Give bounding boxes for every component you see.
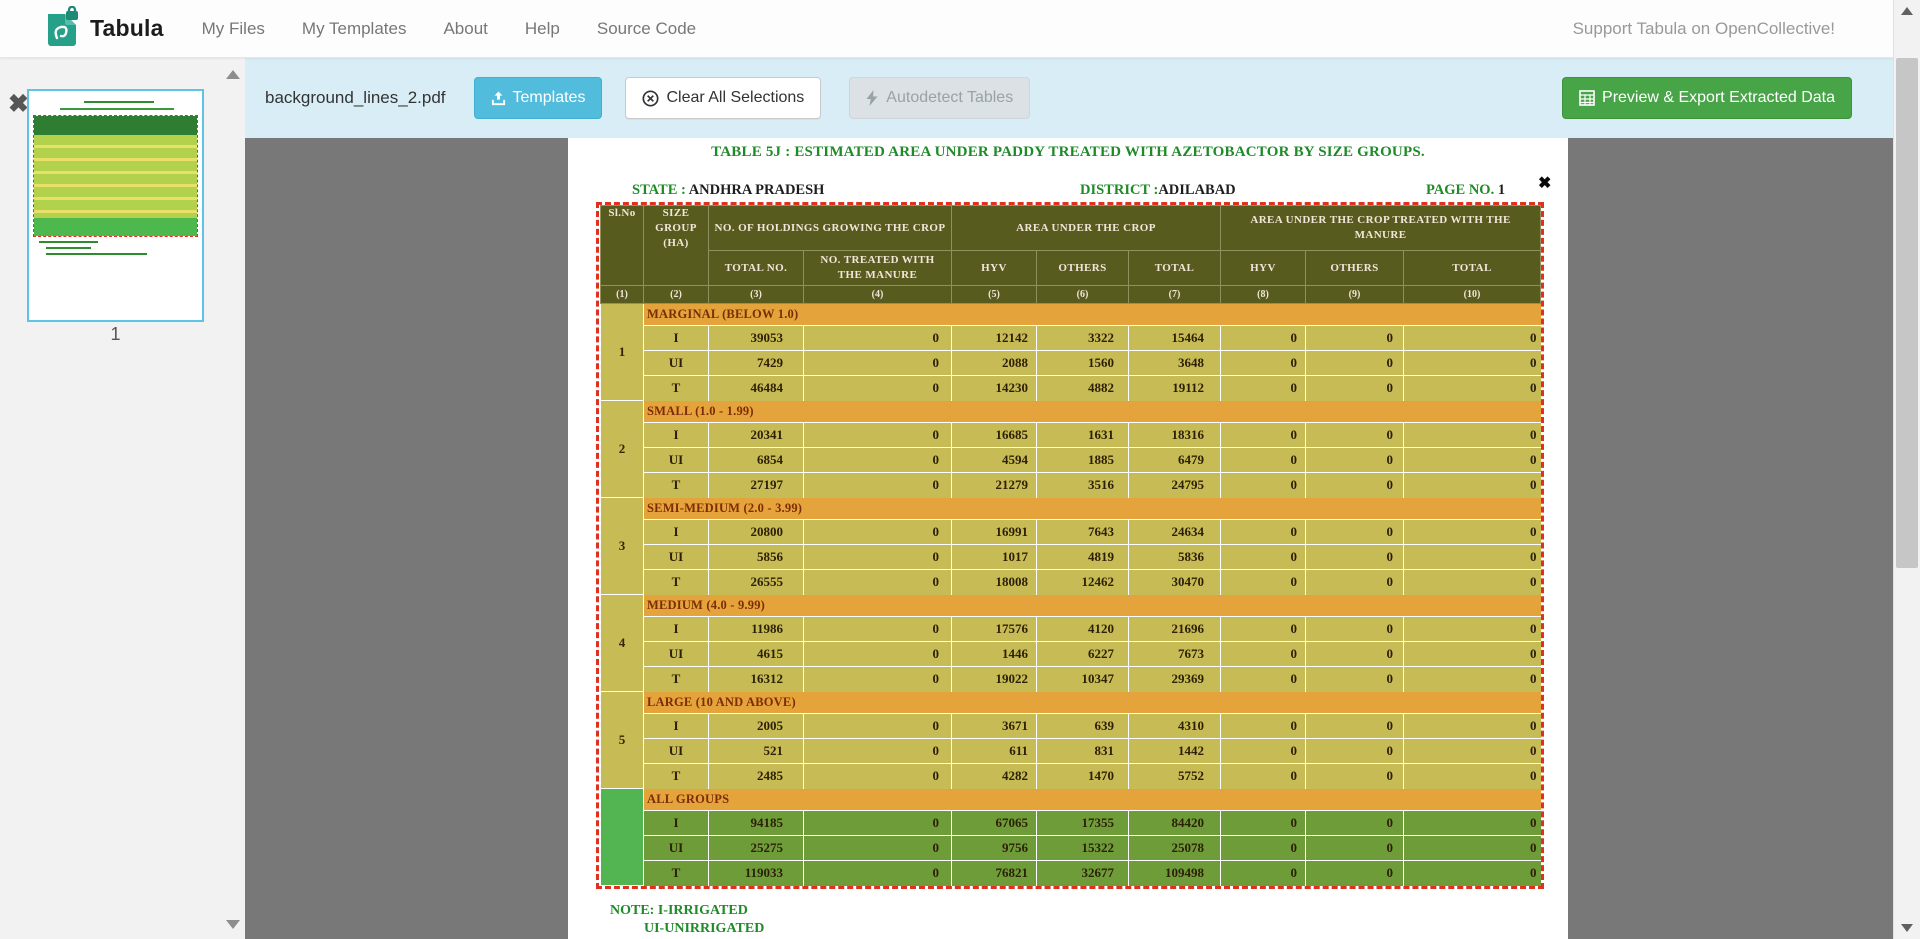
- district-value: ADILABAD: [1158, 182, 1235, 198]
- circle-x-icon: [642, 90, 659, 107]
- export-button[interactable]: Preview & Export Extracted Data: [1562, 77, 1852, 119]
- district-label: DISTRICT :: [1080, 182, 1158, 198]
- table-region: Sl.NoSIZE GROUP (HA)NO. OF HOLDINGS GROW…: [600, 205, 1540, 886]
- vertical-scrollbar[interactable]: [1893, 0, 1920, 939]
- sidebar-scroll-up-icon[interactable]: [226, 70, 240, 79]
- state-value: ANDHRA PRADESH: [689, 182, 825, 198]
- close-selection-button[interactable]: ✖: [1538, 176, 1551, 192]
- page-meta-row: STATE : ANDHRA PRADESH DISTRICT :ADILABA…: [568, 182, 1568, 200]
- nav-item-about[interactable]: About: [443, 19, 487, 39]
- remove-page-button[interactable]: ✖: [8, 92, 29, 117]
- page-no-label: PAGE NO.: [1426, 182, 1494, 198]
- clear-selections-button[interactable]: Clear All Selections: [625, 77, 821, 119]
- state-label: STATE :: [632, 182, 686, 198]
- note-line-1: NOTE: I-IRRIGATED: [610, 903, 748, 919]
- page-number-label: 1: [27, 324, 204, 345]
- sidebar: ✖ 1: [0, 58, 245, 939]
- table-selection-box[interactable]: [596, 202, 1544, 889]
- export-label: Preview & Export Extracted Data: [1602, 89, 1835, 107]
- template-upload-icon: [491, 91, 506, 106]
- mini-note-line: [46, 247, 91, 249]
- autodetect-tables-label: Autodetect Tables: [886, 89, 1013, 107]
- page-no-value: 1: [1498, 182, 1505, 198]
- brand-title: Tabula: [90, 15, 164, 42]
- sidebar-scroll-down-icon[interactable]: [226, 920, 240, 929]
- toolbar: background_lines_2.pdf Templates Clear A…: [245, 58, 1893, 138]
- table-grid-icon: [1579, 90, 1595, 106]
- clear-selections-label: Clear All Selections: [666, 89, 804, 107]
- table-title: TABLE 5J : ESTIMATED AREA UNDER PADDY TR…: [568, 144, 1568, 161]
- tabula-app: Tabula My Files My Templates About Help Sour…: [0, 0, 1920, 939]
- thumbnail-page-preview: [29, 91, 202, 320]
- autodetect-tables-button[interactable]: Autodetect Tables: [849, 77, 1030, 119]
- state-field: STATE : ANDHRA PRADESH: [632, 182, 824, 199]
- mini-selection-border: [33, 115, 198, 237]
- mini-table: [34, 116, 197, 236]
- pdf-viewer: TABLE 5J : ESTIMATED AREA UNDER PADDY TR…: [245, 138, 1893, 939]
- pdf-filename: background_lines_2.pdf: [265, 88, 446, 108]
- templates-button[interactable]: Templates: [474, 77, 603, 119]
- scrollbar-thumb[interactable]: [1896, 58, 1918, 568]
- nav-item-source-code[interactable]: Source Code: [597, 19, 696, 39]
- mini-title-line: [60, 108, 174, 110]
- page-no-field: PAGE NO. 1: [1426, 182, 1505, 199]
- brand[interactable]: Tabula: [45, 6, 164, 51]
- navbar: Tabula My Files My Templates About Help Sour…: [0, 0, 1893, 58]
- navbar-menu: My Files My Templates About Help Source Code: [202, 19, 733, 39]
- templates-label: Templates: [513, 89, 586, 107]
- lightning-icon: [866, 90, 879, 106]
- mini-note-line: [46, 253, 146, 255]
- mini-title-line: [84, 101, 153, 103]
- page-thumbnail[interactable]: [27, 89, 204, 322]
- note-line-2: UI-UNIRRIGATED: [644, 921, 764, 937]
- mini-note-line: [39, 241, 98, 243]
- support-link[interactable]: Support Tabula on OpenCollective!: [1573, 19, 1835, 39]
- scrollbar-up-icon[interactable]: [1901, 7, 1913, 15]
- district-field: DISTRICT :ADILABAD: [1080, 182, 1236, 199]
- tabula-logo-icon: [45, 6, 81, 51]
- nav-item-my-files[interactable]: My Files: [202, 19, 265, 39]
- nav-item-help[interactable]: Help: [525, 19, 560, 39]
- scrollbar-down-icon[interactable]: [1901, 924, 1913, 932]
- nav-item-my-templates[interactable]: My Templates: [302, 19, 407, 39]
- pdf-page[interactable]: TABLE 5J : ESTIMATED AREA UNDER PADDY TR…: [568, 138, 1568, 939]
